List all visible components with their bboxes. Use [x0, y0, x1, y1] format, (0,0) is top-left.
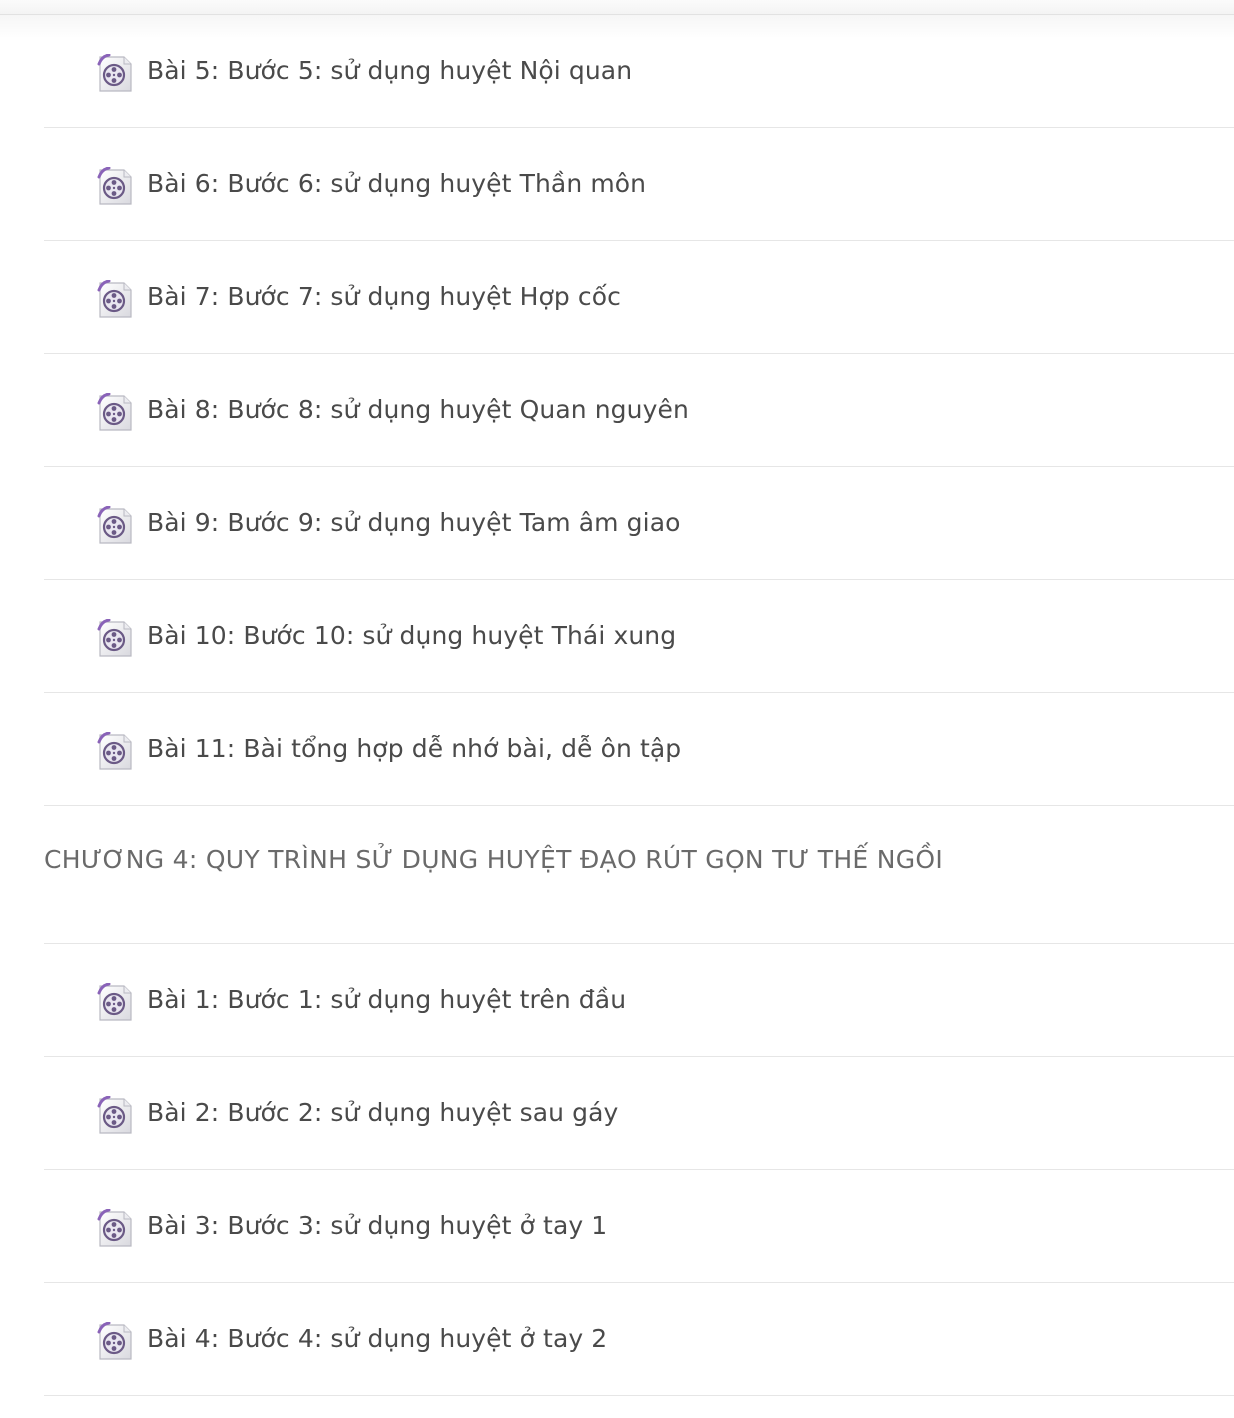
- lesson-item[interactable]: Bài 11: Bài tổng hợp dễ nhớ bài, dễ ôn t…: [44, 693, 1234, 806]
- lesson-title: Bài 6: Bước 6: sử dụng huyệt Thần môn: [147, 169, 647, 198]
- lesson-title: Bài 4: Bước 4: sử dụng huyệt ở tay 2: [147, 1324, 608, 1353]
- video-file-icon: [97, 1322, 133, 1361]
- video-file-icon: [97, 393, 133, 432]
- chapter-header: CHƯƠNG 4: QUY TRÌNH SỬ DỤNG HUYỆT ĐẠO RÚ…: [44, 806, 1234, 944]
- video-file-icon: [97, 619, 133, 658]
- lesson-title: Bài 5: Bước 5: sử dụng huyệt Nội quan: [147, 56, 633, 85]
- previous-section-edge: [0, 0, 1234, 15]
- video-file-icon: [97, 983, 133, 1022]
- lesson-title: Bài 8: Bước 8: sử dụng huyệt Quan nguyên: [147, 395, 689, 424]
- chapter-title: CHƯƠNG 4: QUY TRÌNH SỬ DỤNG HUYỆT ĐẠO RÚ…: [44, 845, 944, 874]
- lesson-title: Bài 10: Bước 10: sử dụng huyệt Thái xung: [147, 621, 677, 650]
- video-file-icon: [97, 1096, 133, 1135]
- lesson-item[interactable]: Bài 7: Bước 7: sử dụng huyệt Hợp cốc: [44, 241, 1234, 354]
- lesson-item[interactable]: Bài 6: Bước 6: sử dụng huyệt Thần môn: [44, 128, 1234, 241]
- video-file-icon: [97, 1209, 133, 1248]
- lesson-item[interactable]: Bài 3: Bước 3: sử dụng huyệt ở tay 1: [44, 1170, 1234, 1283]
- video-file-icon: [97, 167, 133, 206]
- lesson-title: Bài 11: Bài tổng hợp dễ nhớ bài, dễ ôn t…: [147, 734, 682, 763]
- video-file-icon: [97, 280, 133, 319]
- lesson-title: Bài 3: Bước 3: sử dụng huyệt ở tay 1: [147, 1211, 608, 1240]
- lesson-item[interactable]: Bài 2: Bước 2: sử dụng huyệt sau gáy: [44, 1057, 1234, 1170]
- lesson-item[interactable]: Bài 8: Bước 8: sử dụng huyệt Quan nguyên: [44, 354, 1234, 467]
- lesson-title: Bài 1: Bước 1: sử dụng huyệt trên đầu: [147, 985, 627, 1014]
- lesson-title: Bài 7: Bước 7: sử dụng huyệt Hợp cốc: [147, 282, 621, 311]
- lesson-item[interactable]: Bài 1: Bước 1: sử dụng huyệt trên đầu: [44, 944, 1234, 1057]
- lesson-item[interactable]: Bài 10: Bước 10: sử dụng huyệt Thái xung: [44, 580, 1234, 693]
- lesson-title: Bài 9: Bước 9: sử dụng huyệt Tam âm giao: [147, 508, 681, 537]
- video-file-icon: [97, 506, 133, 545]
- lesson-item[interactable]: Bài 5: Bước 5: sử dụng huyệt Nội quan: [44, 15, 1234, 128]
- course-curriculum-list: Bài 5: Bước 5: sử dụng huyệt Nội quan Bà…: [44, 15, 1234, 1396]
- video-file-icon: [97, 54, 133, 93]
- lesson-item[interactable]: Bài 4: Bước 4: sử dụng huyệt ở tay 2: [44, 1283, 1234, 1396]
- lesson-item[interactable]: Bài 9: Bước 9: sử dụng huyệt Tam âm giao: [44, 467, 1234, 580]
- video-file-icon: [97, 732, 133, 771]
- lesson-title: Bài 2: Bước 2: sử dụng huyệt sau gáy: [147, 1098, 619, 1127]
